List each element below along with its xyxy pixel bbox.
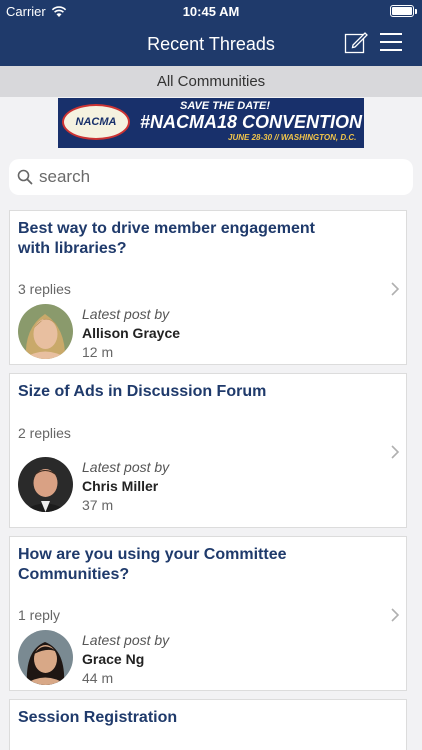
thread-card[interactable]: Session Registration	[9, 699, 407, 750]
ad-banner[interactable]: NACMA SAVE THE DATE! #NACMA18 CONVENTION…	[58, 98, 364, 148]
compose-icon[interactable]	[344, 30, 368, 54]
post-time: 12 m	[82, 344, 114, 360]
thread-title: Size of Ads in Discussion Forum	[18, 383, 267, 400]
reply-count: 2 replies	[18, 425, 71, 441]
status-bar: Carrier 10:45 AM	[0, 0, 422, 22]
banner-dates: JUNE 28-30 // WASHINGTON, D.C.	[228, 133, 357, 142]
community-selector[interactable]: All Communities	[0, 66, 422, 97]
search-icon	[17, 169, 33, 185]
avatar[interactable]	[18, 630, 73, 685]
author-name[interactable]: Allison Grayce	[82, 324, 180, 343]
search-bar[interactable]	[9, 159, 413, 195]
avatar[interactable]	[18, 304, 73, 359]
author-name[interactable]: Chris Miller	[82, 477, 169, 496]
thread-title: How are you using your Committee Communi…	[18, 546, 287, 583]
thread-title: Best way to drive member engagement with…	[18, 220, 315, 257]
post-time: 44 m	[82, 670, 114, 686]
reply-count: 1 reply	[18, 607, 61, 623]
thread-title: Session Registration	[18, 709, 178, 726]
reply-count: 3 replies	[18, 281, 71, 297]
thread-card[interactable]: Best way to drive member engagement with…	[9, 210, 407, 365]
nav-bar: Recent Threads	[0, 22, 422, 66]
battery-icon	[390, 5, 417, 17]
thread-card[interactable]: How are you using your Committee Communi…	[9, 536, 407, 691]
chevron-right-icon	[391, 608, 400, 622]
banner-headline: #NACMA18 CONVENTION	[140, 112, 363, 132]
menu-icon[interactable]	[380, 31, 402, 53]
clock: 10:45 AM	[182, 4, 240, 19]
thread-card[interactable]: Size of Ads in Discussion Forum 2 replie…	[9, 373, 407, 528]
avatar[interactable]	[18, 457, 73, 512]
latest-post-label: Latest post by	[82, 459, 170, 475]
search-input[interactable]	[39, 167, 389, 187]
latest-post-label: Latest post by	[82, 632, 170, 648]
nacma-logo: NACMA	[62, 104, 130, 140]
latest-post-label: Latest post by	[82, 306, 170, 322]
chevron-right-icon	[391, 445, 400, 459]
author-name[interactable]: Grace Ng	[82, 650, 169, 669]
banner-save-the-date: SAVE THE DATE!	[180, 100, 271, 112]
chevron-right-icon	[391, 282, 400, 296]
post-time: 37 m	[82, 497, 114, 513]
